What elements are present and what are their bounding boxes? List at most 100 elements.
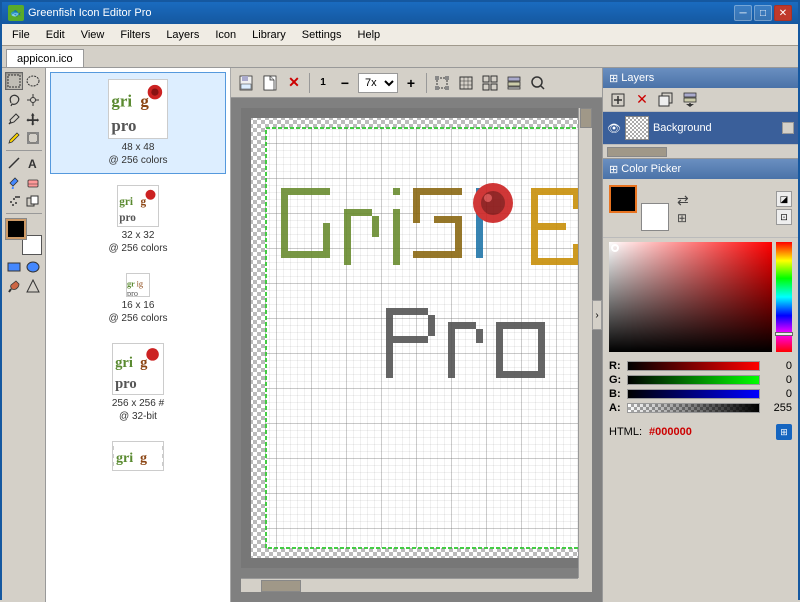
save-button[interactable] [235, 72, 257, 94]
zoom-out-button[interactable]: − [334, 72, 356, 94]
svg-text:ig: ig [137, 279, 143, 288]
color-picker-options1[interactable]: ◪ [776, 191, 792, 207]
horizontal-scrollbar[interactable] [241, 578, 578, 592]
a-slider[interactable] [627, 403, 760, 413]
minimize-button[interactable]: ─ [734, 5, 752, 21]
tool-eraser[interactable] [24, 173, 42, 191]
icon-list-panel: gri g pro 48 x 48@ 256 colors [46, 68, 231, 602]
tool-text[interactable]: A [24, 154, 42, 172]
color-picker-options2[interactable]: ⊡ [776, 209, 792, 225]
stack-button[interactable] [503, 72, 525, 94]
icon-thumb-32: gri g pro [117, 185, 159, 227]
merge-layers-button[interactable] [679, 89, 701, 111]
duplicate-layer-button[interactable] [655, 89, 677, 111]
close-icon-button[interactable]: ✕ [283, 72, 305, 94]
menu-library[interactable]: Library [244, 24, 294, 45]
svg-text:g: g [140, 355, 148, 371]
delete-layer-button[interactable]: ✕ [631, 89, 653, 111]
menu-file[interactable]: File [4, 24, 38, 45]
svg-text:gr: gr [127, 279, 135, 288]
tool-brush[interactable] [5, 277, 23, 295]
tool-transform[interactable] [24, 129, 42, 147]
g-value: 0 [764, 374, 792, 386]
layer-background[interactable]: 👁 Background [603, 112, 798, 144]
vertical-scrollbar[interactable] [578, 108, 592, 578]
fg-color-swatch[interactable] [609, 185, 637, 213]
icon-item-extra[interactable]: gri g [50, 434, 226, 478]
icon-item-48[interactable]: gri g pro 48 x 48@ 256 colors [50, 72, 226, 174]
menu-layers[interactable]: Layers [158, 24, 207, 45]
app-icon: 🐟 [8, 5, 24, 21]
icon-thumb-256: gri g pro [112, 343, 164, 395]
grid-button[interactable] [479, 72, 501, 94]
tool-ellipse-outline[interactable] [24, 258, 42, 276]
tab-appicon[interactable]: appicon.ico [6, 49, 84, 67]
html-color-row: HTML: #000000 ⊞ [603, 420, 798, 444]
menu-view[interactable]: View [73, 24, 113, 45]
maximize-button[interactable]: □ [754, 5, 772, 21]
tool-marquee-rect[interactable] [5, 72, 23, 90]
color-gradient-picker[interactable] [609, 242, 792, 352]
close-button[interactable]: ✕ [774, 5, 792, 21]
tool-spray[interactable] [5, 192, 23, 210]
r-value: 0 [764, 360, 792, 372]
r-slider[interactable] [627, 361, 760, 371]
icon-colors-32: @ 256 colors [108, 243, 167, 254]
icon-size-16: 16 x 16@ 256 colors [108, 299, 167, 325]
layer-options-button[interactable] [782, 122, 794, 134]
fit-selection-button[interactable] [431, 72, 453, 94]
new-button[interactable] [259, 72, 281, 94]
svg-text:pro: pro [119, 212, 136, 224]
tool-triangle[interactable] [24, 277, 42, 295]
icon-thumb-16: gr ig pro [126, 273, 150, 297]
layers-list: 👁 Background [603, 112, 798, 144]
pixel-canvas[interactable] [241, 108, 592, 568]
tool-magic-wand[interactable] [24, 91, 42, 109]
menu-settings[interactable]: Settings [294, 24, 350, 45]
icon-colors-48: @ 256 colors [108, 155, 167, 166]
tool-lasso[interactable] [5, 91, 23, 109]
canvas-area[interactable] [231, 98, 602, 602]
menu-edit[interactable]: Edit [38, 24, 73, 45]
layers-header[interactable]: ⊞ Layers [603, 68, 798, 88]
separator-2 [426, 73, 427, 93]
b-value: 0 [764, 388, 792, 400]
windows-button[interactable]: ⊞ [776, 424, 792, 440]
tool-pencil[interactable] [5, 129, 23, 147]
right-panel: ⊞ Layers ✕ [602, 68, 798, 602]
svg-text:pro: pro [127, 289, 138, 296]
b-slider[interactable] [627, 389, 760, 399]
reset-colors-button[interactable]: ⊞ [677, 211, 689, 225]
tool-move[interactable] [24, 110, 42, 128]
tool-clone[interactable] [24, 192, 42, 210]
tool-marquee-ellipse[interactable] [24, 72, 42, 90]
layers-scrollbar[interactable] [603, 144, 798, 158]
tool-line[interactable] [5, 154, 23, 172]
fit-all-button[interactable] [455, 72, 477, 94]
zoom-in-button[interactable]: + [400, 72, 422, 94]
menu-help[interactable]: Help [350, 24, 389, 45]
new-layer-button[interactable] [607, 89, 629, 111]
tool-eyedropper[interactable] [5, 110, 23, 128]
magnify-button[interactable] [527, 72, 549, 94]
icon-item-32[interactable]: gri g pro 32 x 32@ 256 colors [50, 178, 226, 262]
layer-thumbnail [625, 116, 649, 140]
icon-item-256[interactable]: gri g pro 256 x 256 #@ 32-bit [50, 336, 226, 430]
menu-icon[interactable]: Icon [207, 24, 244, 45]
layer-name: Background [653, 122, 712, 134]
bg-color-swatch[interactable] [641, 203, 669, 231]
tool-rect-outline[interactable] [5, 258, 23, 276]
tool-paint-bucket[interactable] [5, 173, 23, 191]
zoom-select[interactable]: 7x 1x 2x 4x 8x 16x [358, 73, 398, 93]
right-panel-collapse[interactable]: › [592, 300, 602, 330]
layer-visibility-icon[interactable]: 👁 [607, 122, 621, 135]
g-slider[interactable] [627, 375, 760, 385]
icon-colors-16: @ 256 colors [108, 313, 167, 324]
swap-colors-button[interactable]: ⇄ [677, 192, 689, 209]
a-slider-row: A: 255 [609, 402, 792, 414]
color-picker-header[interactable]: ⊞ Color Picker [603, 159, 798, 179]
menu-filters[interactable]: Filters [112, 24, 158, 45]
icon-item-16[interactable]: gr ig pro 16 x 16@ 256 colors [50, 266, 226, 332]
html-value[interactable]: #000000 [649, 426, 692, 438]
separator-1 [309, 73, 310, 93]
